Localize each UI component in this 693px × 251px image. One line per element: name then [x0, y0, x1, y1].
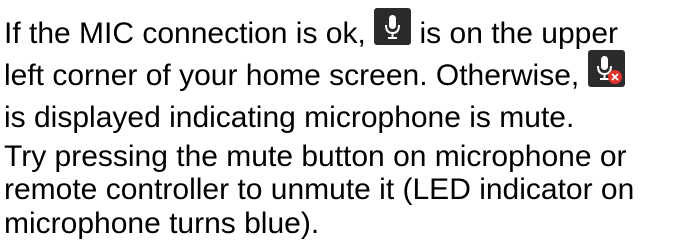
microphone-muted-icon — [587, 50, 625, 87]
text-line-2: left corner of your home screen. Otherwi… — [4, 50, 625, 96]
text-line-6: microphone turns blue). — [4, 207, 320, 240]
text-fragment: left corner of your home screen. Otherwi… — [4, 59, 588, 92]
microphone-icon — [374, 8, 412, 45]
text-fragment: If the MIC connection is ok, — [4, 17, 375, 50]
text-line-1: If the MIC connection is ok, is on the u… — [4, 8, 618, 54]
text-line-3: is displayed indicating microphone is mu… — [4, 101, 575, 134]
text-fragment: is on the upper — [419, 17, 618, 50]
